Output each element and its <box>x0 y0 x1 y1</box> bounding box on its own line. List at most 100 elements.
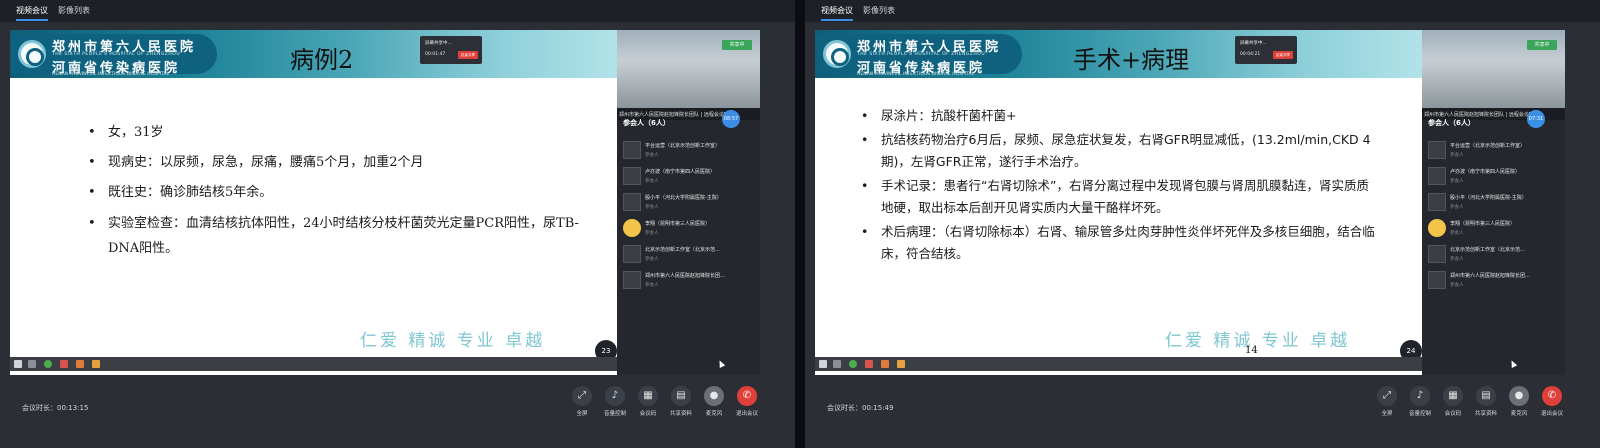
volume-button[interactable]: ♪ 音量控制 <box>1403 386 1437 417</box>
bullet-item: 手术记录：患者行“右肾切除术”，右肾分离过程中发现肾包膜与肾周肌膜黏连，肾实质质… <box>861 175 1381 219</box>
participant-name: 郑州市第六人民医院赵旭锋院长团... <box>645 273 725 279</box>
stop-share-button[interactable]: 结束共享 <box>1273 51 1293 59</box>
start-icon[interactable] <box>14 360 22 368</box>
document-icon: ▤ <box>671 386 691 406</box>
meeting-controls-bar: 会议时长：00:15:49 ⤢ 全屏 ♪ 音量控制 ▦ 会议码 ▤ 共享资料 ● 麦克风 … <box>805 378 1600 448</box>
participant-row[interactable]: 北京示范创新工作室（北京示范... 参会人 <box>617 242 760 268</box>
page-number: 14 <box>1245 345 1258 356</box>
participant-role: 参会人 <box>1450 231 1464 236</box>
participant-list: 平台运营（北京示范创新工作室） 参会人 卢亦波（南宁市第四人民医院） 参会人 殷小平… <box>1422 138 1565 294</box>
slide-bullets: 女，31岁 现病史：以尿频，尿急，尿痛，腰痛5个月，加重2个月 既往史：确诊肺结… <box>88 118 588 261</box>
windows-taskbar <box>815 357 1423 371</box>
leave-meeting-button[interactable]: ✆ 退出会议 <box>1535 386 1569 417</box>
participant-row[interactable]: 李翔（昆明市第三人民医院） 参会人 <box>1422 216 1565 242</box>
participant-row[interactable]: 卢亦波（南宁市第四人民医院） 参会人 <box>617 164 760 190</box>
participant-row[interactable]: 殷小平（河北大学附属医院-主院） 参会人 <box>1422 190 1565 216</box>
slide-bullets: 尿涂片：抗酸杆菌杆菌+ 抗结核药物治疗6月后，尿频、尿急症状复发，右肾GFR明显… <box>861 105 1381 267</box>
fullscreen-button[interactable]: ⤢ 全屏 <box>1370 386 1404 417</box>
avatar <box>1428 245 1446 263</box>
avatar <box>1428 193 1446 211</box>
shared-screen: 郑州市第六人民医院 THE SIXTH PEOPLE'S HOSPITAL OF… <box>815 30 1565 375</box>
participant-name: 卢亦波（南宁市第四人民医院） <box>1450 169 1521 175</box>
taskview-icon[interactable] <box>833 360 841 368</box>
fullscreen-button[interactable]: ⤢ 全屏 <box>565 386 599 417</box>
meeting-code-button[interactable]: ▦ 会议码 <box>631 386 665 417</box>
start-icon[interactable] <box>819 360 827 368</box>
speaker-icon: ♪ <box>1410 386 1430 406</box>
popup-time: 00:04:21 <box>1240 52 1261 57</box>
participant-role: 参会人 <box>1450 205 1464 210</box>
microphone-button[interactable]: ● 麦克风 <box>1502 386 1536 417</box>
bullet-item: 既往史：确诊肺结核5年余。 <box>88 178 588 208</box>
app-icon[interactable] <box>76 360 84 368</box>
top-tab-bar: 视频会议 影像列表 <box>805 0 1600 22</box>
participants-count: 参会人（6人） <box>1428 119 1475 127</box>
microphone-button[interactable]: ● 麦克风 <box>697 386 731 417</box>
app-icon[interactable] <box>865 360 873 368</box>
participant-row[interactable]: 李翔（昆明市第三人民医院） 参会人 <box>617 216 760 242</box>
sharing-badge: 共享中 <box>722 40 752 50</box>
tab-video-meeting[interactable]: 视频会议 <box>821 5 853 21</box>
bullet-item: 现病史：以尿频，尿急，尿痛，腰痛5个月，加重2个月 <box>88 148 588 178</box>
participant-name: 郑州市第六人民医院赵旭锋院长团... <box>1450 273 1530 279</box>
volume-button[interactable]: ♪ 音量控制 <box>598 386 632 417</box>
app-icon[interactable] <box>897 360 905 368</box>
meeting-window-2: 视频会议 影像列表 郑州市第六人民医院 THE SIXTH PEOPLE'S H… <box>805 0 1600 448</box>
hangup-icon: ✆ <box>1542 386 1562 406</box>
hospital-logo: 郑州市第六人民医院 THE SIXTH PEOPLE'S HOSPITAL OF… <box>817 34 1022 77</box>
tab-image-list[interactable]: 影像列表 <box>863 5 895 16</box>
app-icon[interactable] <box>881 360 889 368</box>
participant-sidebar: 共享中 郑州市第六人民医院赵旭锋院长团队 | 远程会诊室（... 07:31 参… <box>1422 30 1565 375</box>
participant-role: 参会人 <box>1450 153 1464 158</box>
participant-row[interactable]: 北京示范创新工作室（北京示范... 参会人 <box>1422 242 1565 268</box>
participant-row[interactable]: 殷小平（河北大学附属医院-主院） 参会人 <box>617 190 760 216</box>
hospital-emblem-icon <box>18 40 46 68</box>
browser-icon[interactable] <box>44 360 52 368</box>
slide-header: 郑州市第六人民医院 THE SIXTH PEOPLE'S HOSPITAL OF… <box>10 30 627 78</box>
tab-video-meeting[interactable]: 视频会议 <box>16 5 48 21</box>
avatar <box>623 167 641 185</box>
slide-title: 病例2 <box>290 46 354 74</box>
participant-row[interactable]: 郑州市第六人民医院赵旭锋院长团... 参会人 <box>617 268 760 294</box>
participant-name: 李翔（昆明市第三人民医院） <box>1450 221 1516 227</box>
avatar <box>623 219 641 237</box>
participant-name: 卢亦波（南宁市第四人民医院） <box>645 169 716 175</box>
bullet-item: 实验室检查：血清结核抗体阳性，24小时结核分枝杆菌荧光定量PCR阳性，尿TB-D… <box>88 211 588 261</box>
screen-share-popup: 屏幕共享中... 00:01:47 结束共享 <box>420 36 482 64</box>
slide-title: 手术+病理 <box>1073 46 1190 74</box>
avatar <box>1428 271 1446 289</box>
participant-role: 参会人 <box>645 283 659 288</box>
popup-text: 屏幕共享中... <box>425 41 452 46</box>
participant-role: 参会人 <box>645 257 659 262</box>
leave-meeting-button[interactable]: ✆ 退出会议 <box>730 386 764 417</box>
share-docs-button[interactable]: ▤ 共享资料 <box>1469 386 1503 417</box>
hospital-logo: 郑州市第六人民医院 THE SIXTH PEOPLE'S HOSPITAL OF… <box>12 34 217 77</box>
participant-row[interactable]: 卢亦波（南宁市第四人民医院） 参会人 <box>1422 164 1565 190</box>
avatar <box>1428 167 1446 185</box>
browser-icon[interactable] <box>849 360 857 368</box>
bullet-item: 术后病理：（右肾切除标本）右肾、输尿管多灶肉芽肿性炎伴坏死伴及多核巨细胞，结合临… <box>861 221 1381 265</box>
participant-name: 平台运营（北京示范创新工作室） <box>1450 143 1526 149</box>
participant-row[interactable]: 平台运营（北京示范创新工作室） 参会人 <box>1422 138 1565 164</box>
participant-row[interactable]: 郑州市第六人民医院赵旭锋院长团... 参会人 <box>1422 268 1565 294</box>
document-icon: ▤ <box>1476 386 1496 406</box>
hangup-icon: ✆ <box>737 386 757 406</box>
stop-share-button[interactable]: 结束共享 <box>458 51 478 59</box>
mini-timer: 08:57 <box>722 110 740 128</box>
app-icon[interactable] <box>92 360 100 368</box>
avatar <box>623 141 641 159</box>
tab-image-list[interactable]: 影像列表 <box>58 5 90 16</box>
avatar <box>623 245 641 263</box>
hospital-name-en-2: HENAN PROVINCIAL INFECTIOUS DISEASE HOSP… <box>857 72 975 77</box>
meeting-code-button[interactable]: ▦ 会议码 <box>1436 386 1470 417</box>
participant-row[interactable]: 平台运营（北京示范创新工作室） 参会人 <box>617 138 760 164</box>
taskview-icon[interactable] <box>28 360 36 368</box>
app-icon[interactable] <box>60 360 68 368</box>
qr-code-icon: ▦ <box>638 386 658 406</box>
avatar <box>623 271 641 289</box>
participant-role: 参会人 <box>645 205 659 210</box>
top-tab-bar: 视频会议 影像列表 <box>0 0 795 22</box>
hospital-name-en-2: HENAN PROVINCIAL INFECTIOUS DISEASE HOSP… <box>52 72 170 77</box>
share-docs-button[interactable]: ▤ 共享资料 <box>664 386 698 417</box>
sharing-badge: 共享中 <box>1527 40 1557 50</box>
